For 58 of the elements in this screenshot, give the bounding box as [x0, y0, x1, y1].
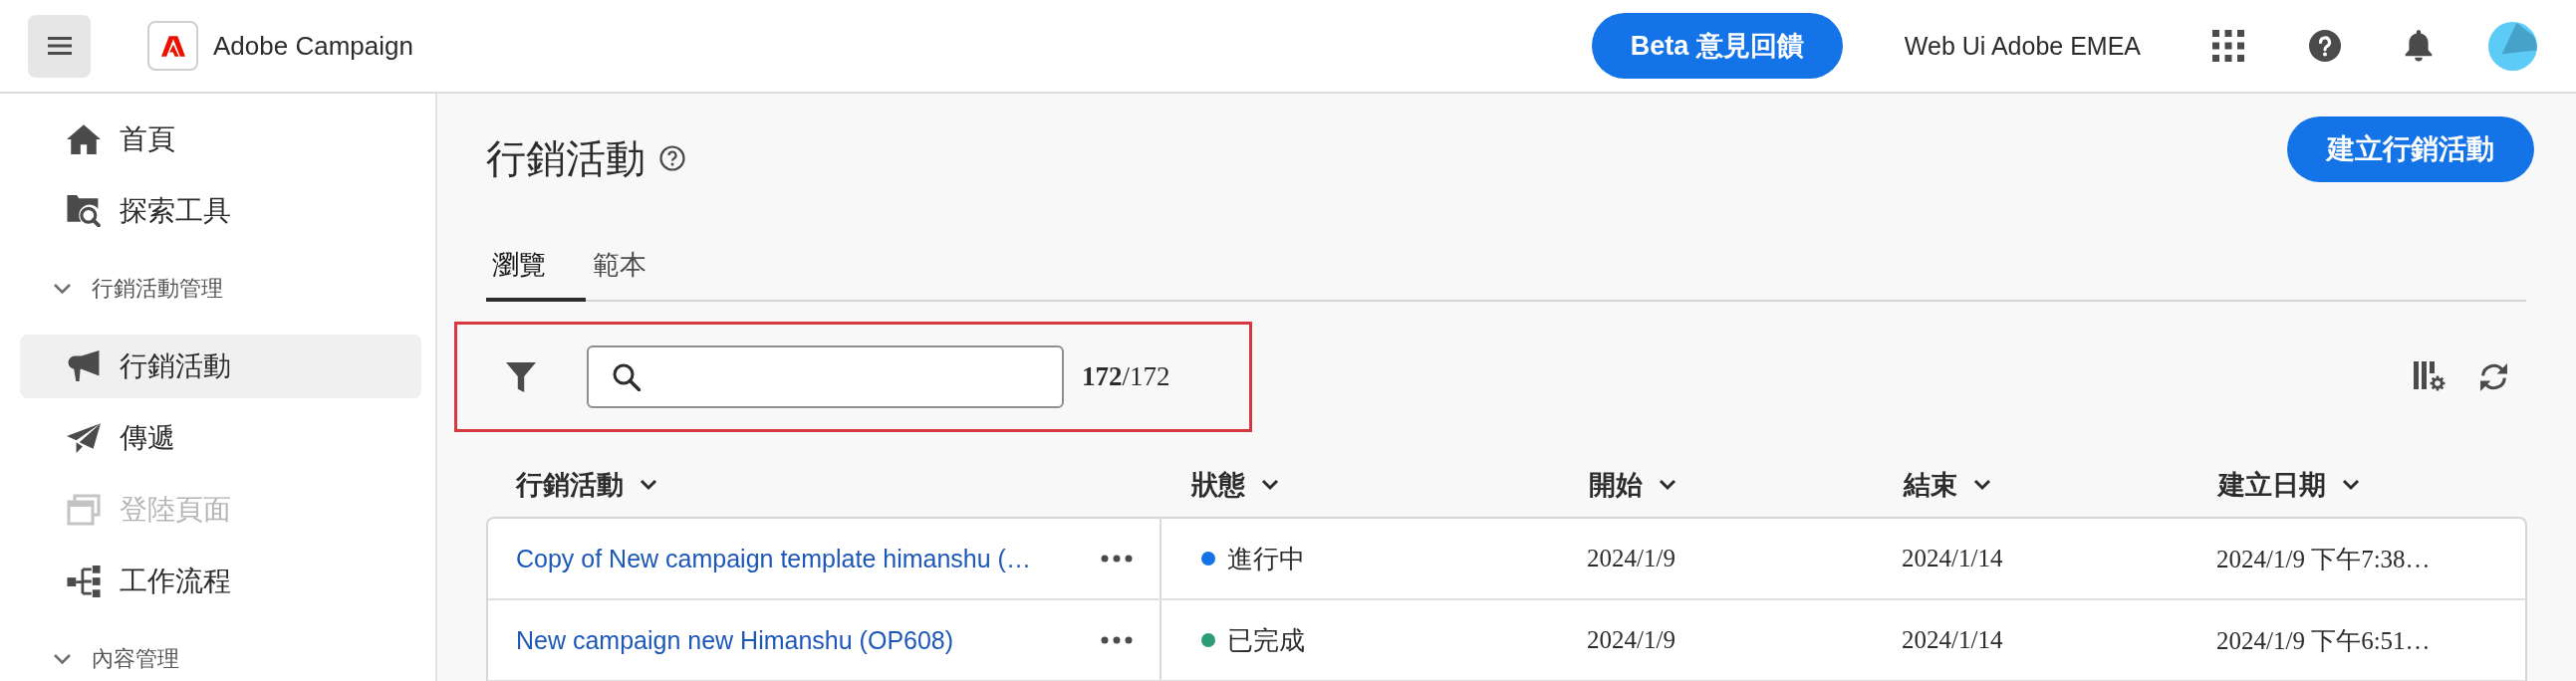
- workflow-icon: [67, 566, 101, 597]
- search-field[interactable]: [587, 345, 1064, 408]
- nav-item[interactable]: 首頁: [20, 108, 421, 171]
- section-header[interactable]: 內容管理: [20, 621, 421, 681]
- refresh-icon[interactable]: [2479, 361, 2509, 392]
- pages-icon: [67, 494, 101, 526]
- campaign-link[interactable]: Copy of New campaign template himanshu (…: [516, 544, 1031, 573]
- menu-button[interactable]: [28, 14, 91, 78]
- table-cell: 2024/1/14: [1902, 626, 2003, 654]
- nav-item[interactable]: 傳遞: [20, 406, 421, 470]
- create-campaign-button[interactable]: 建立行銷活動: [2287, 116, 2534, 182]
- section-header[interactable]: 行銷活動管理: [20, 251, 421, 327]
- chevron-icon: [53, 283, 72, 295]
- page-title: 行銷活動: [486, 135, 645, 182]
- table-cell-text: 2024/1/9 下午7:38…: [2216, 544, 2431, 574]
- megaphone-icon: [67, 350, 101, 382]
- table-cell-text: 2024/1/9 下午6:51…: [2216, 625, 2431, 656]
- grid-icon[interactable]: [2212, 30, 2244, 62]
- bell-icon[interactable]: [2405, 30, 2433, 62]
- column-settings-icon[interactable]: [2414, 361, 2446, 392]
- nav-item[interactable]: 工作流程: [20, 550, 421, 613]
- filter-icon[interactable]: [506, 361, 536, 392]
- feedback-button[interactable]: Beta 意見回饋: [1591, 13, 1843, 79]
- tab[interactable]: 範本: [586, 232, 686, 302]
- logo-icon: [147, 21, 198, 71]
- status-label: 進行中: [1227, 542, 1305, 575]
- nav-item[interactable]: 行銷活動: [20, 335, 421, 398]
- avatar-icon[interactable]: [2488, 21, 2537, 71]
- chevron-icon: [2342, 478, 2360, 491]
- status-label: 已完成: [1227, 623, 1305, 657]
- search-icon: [613, 362, 641, 391]
- column-header[interactable]: 開始: [1559, 460, 1676, 509]
- tab[interactable]: 瀏覽: [486, 232, 586, 302]
- column-header[interactable]: 行銷活動: [486, 460, 657, 509]
- table-cell: 2024/1/9: [1587, 545, 1675, 572]
- chevron-icon: [1659, 478, 1676, 491]
- more-icon[interactable]: [1101, 555, 1133, 563]
- column-header[interactable]: 狀態: [1161, 460, 1279, 509]
- chevron-icon: [53, 653, 72, 665]
- campaign-link[interactable]: New campaign new Himanshu (OP608): [516, 625, 954, 655]
- more-icon[interactable]: [1101, 636, 1133, 644]
- organization-switcher[interactable]: Web Ui Adobe EMEA: [1904, 31, 2141, 61]
- result-count: 172/172: [1082, 361, 1170, 392]
- paper-plane-icon: [67, 422, 101, 454]
- nav-item[interactable]: 探索工具: [20, 179, 421, 243]
- chevron-icon: [1261, 478, 1279, 491]
- chevron-icon: [640, 478, 657, 491]
- table-cell: 2024/1/9: [1587, 626, 1675, 654]
- column-header[interactable]: 建立日期: [2189, 460, 2360, 509]
- menu-icon: [47, 37, 72, 55]
- help-icon[interactable]: [659, 145, 685, 171]
- table-cell: 2024/1/14: [1902, 545, 2003, 572]
- folder-search-icon: [67, 195, 101, 227]
- chevron-icon: [1973, 478, 1991, 491]
- help-icon[interactable]: [2309, 30, 2341, 62]
- column-header[interactable]: 結束: [1874, 460, 1991, 509]
- home-icon: [67, 123, 101, 155]
- app-name: Adobe Campaign: [213, 30, 413, 62]
